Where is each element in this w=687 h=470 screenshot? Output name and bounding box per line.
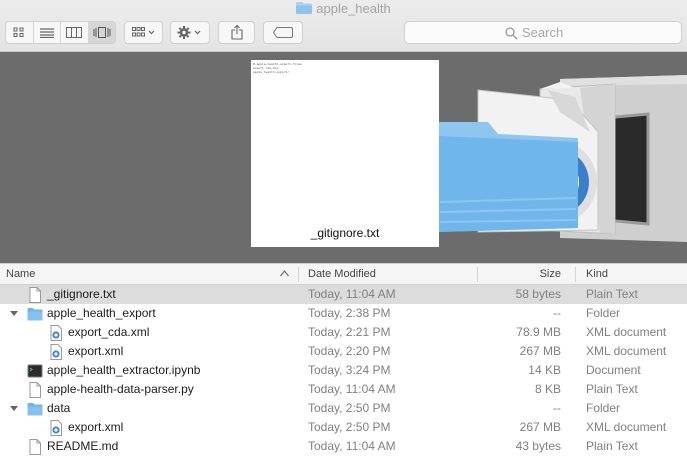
column-divider[interactable] <box>575 267 576 282</box>
file-date: Today, 2:21 PM <box>308 325 391 339</box>
search-icon <box>505 27 518 40</box>
arrange-grid-icon <box>131 27 154 37</box>
folder-thumbnail <box>438 122 578 232</box>
action-gear-button[interactable] <box>170 21 210 44</box>
file-name: apple_health_export <box>47 306 156 320</box>
thumbnail-line: apple_health_export/ <box>253 70 290 74</box>
file-size: 43 bytes <box>515 439 561 453</box>
file-date: Today, 11:04 AM <box>308 439 396 453</box>
folder-icon <box>27 403 43 416</box>
column-header-kind[interactable]: Kind <box>586 264 608 285</box>
column-header-size[interactable]: Size <box>480 264 561 285</box>
text-file-icon <box>29 287 41 303</box>
file-date: Today, 2:50 PM <box>308 401 391 415</box>
file-row-export-xml[interactable]: export.xml Today, 2:20 PM 267 MB XML doc… <box>0 342 687 361</box>
arrange-button[interactable] <box>124 21 163 44</box>
columns-icon <box>66 27 83 38</box>
file-row-apple-health-data-parser[interactable]: apple-health-data-parser.py Today, 11:04… <box>0 380 687 399</box>
xml-file-icon <box>50 344 62 360</box>
file-kind: Plain Text <box>586 439 638 453</box>
xml-file-icon <box>50 420 62 436</box>
list-view-button[interactable] <box>34 22 61 43</box>
file-size: -- <box>553 401 561 415</box>
file-name: export.xml <box>68 344 124 358</box>
file-size: -- <box>553 306 561 320</box>
column-divider[interactable] <box>298 267 299 282</box>
thumbnail-caption: _gitignore.txt <box>310 226 380 240</box>
file-size: 58 bytes <box>515 287 561 301</box>
file-size: 14 KB <box>528 363 561 377</box>
disclosure-triangle-expanded-icon[interactable] <box>9 304 19 323</box>
file-date: Today, 2:50 PM <box>308 420 391 434</box>
folder-icon <box>296 2 313 14</box>
search-field[interactable] <box>404 21 682 44</box>
terminal-document-icon <box>27 364 43 378</box>
file-list: _gitignore.txt Today, 11:04 AM 58 bytes … <box>0 285 687 456</box>
disclosure-triangle-expanded-icon[interactable] <box>9 399 19 418</box>
file-name: apple_health_extractor.ipynb <box>47 363 201 377</box>
folder-icon <box>27 308 43 321</box>
file-row-apple-health-extractor[interactable]: apple_health_extractor.ipynb Today, 3:24… <box>0 361 687 380</box>
icon-grid-icon <box>13 27 24 37</box>
file-row-readme[interactable]: README.md Today, 11:04 AM 43 bytes Plain… <box>0 437 687 456</box>
window-title: apple_health <box>0 1 687 19</box>
xml-file-icon <box>50 325 62 341</box>
cover-flow-icon <box>93 27 111 38</box>
file-name: README.md <box>47 439 119 453</box>
share-button[interactable] <box>218 21 255 44</box>
share-icon <box>230 25 243 40</box>
file-name: data <box>47 401 71 415</box>
file-row-data-export-xml[interactable]: export.xml Today, 2:50 PM 267 MB XML doc… <box>0 418 687 437</box>
file-kind: Document <box>586 363 641 377</box>
file-kind: XML document <box>586 325 667 339</box>
column-divider[interactable] <box>477 267 478 282</box>
file-row-gitignore[interactable]: _gitignore.txt Today, 11:04 AM 58 bytes … <box>0 285 687 304</box>
file-date: Today, 2:20 PM <box>308 344 391 358</box>
file-kind: Folder <box>586 401 621 415</box>
list-column-header: Name Date Modified Size Kind <box>0 263 687 285</box>
icon-view-button[interactable] <box>6 22 34 43</box>
column-header-date[interactable]: Date Modified <box>308 264 376 285</box>
file-row-data-folder[interactable]: data Today, 2:50 PM -- Folder <box>0 399 687 418</box>
file-name: apple-health-data-parser.py <box>47 382 194 396</box>
file-date: Today, 11:04 AM <box>308 382 396 396</box>
file-size: 8 KB <box>534 382 561 396</box>
view-mode-segmented-control <box>5 21 116 44</box>
list-lines-icon <box>39 27 54 38</box>
file-date: Today, 3:24 PM <box>308 363 391 377</box>
file-size: 78.9 MB <box>516 325 561 339</box>
search-input[interactable] <box>522 25 672 40</box>
file-size: 267 MB <box>519 420 561 434</box>
file-kind: Folder <box>586 306 621 320</box>
cover-flow-preview[interactable]: #-apple-health-export-files export_cda.x… <box>0 52 687 263</box>
file-kind: Plain Text <box>586 287 638 301</box>
file-kind: XML document <box>586 420 667 434</box>
file-kind: XML document <box>586 344 667 358</box>
file-date: Today, 11:04 AM <box>308 287 396 301</box>
file-name: export_cda.xml <box>68 325 150 339</box>
tags-button[interactable] <box>263 21 303 44</box>
finder-toolbar: apple_health <box>0 0 687 52</box>
tag-icon <box>273 27 293 38</box>
file-date: Today, 2:38 PM <box>308 306 391 320</box>
gear-icon <box>177 26 201 39</box>
column-view-button[interactable] <box>61 22 89 43</box>
file-size: 267 MB <box>519 344 561 358</box>
sort-ascending-icon[interactable] <box>280 270 289 277</box>
selected-file-thumbnail[interactable]: #-apple-health-export-files export_cda.x… <box>251 60 439 247</box>
column-header-name[interactable]: Name <box>6 264 35 285</box>
file-row-export-cda-xml[interactable]: export_cda.xml Today, 2:21 PM 78.9 MB XM… <box>0 323 687 342</box>
thumbnail-text-preview: #-apple-health-export-files export_cda.x… <box>253 62 302 74</box>
text-file-icon <box>29 439 41 455</box>
window-title-text: apple_health <box>316 1 391 16</box>
file-name: export.xml <box>68 420 124 434</box>
file-row-apple-health-export[interactable]: apple_health_export Today, 2:38 PM -- Fo… <box>0 304 687 323</box>
file-name: _gitignore.txt <box>47 287 116 301</box>
file-kind: Plain Text <box>586 382 638 396</box>
text-file-icon <box>29 382 41 398</box>
cover-flow-view-button[interactable] <box>88 22 115 43</box>
